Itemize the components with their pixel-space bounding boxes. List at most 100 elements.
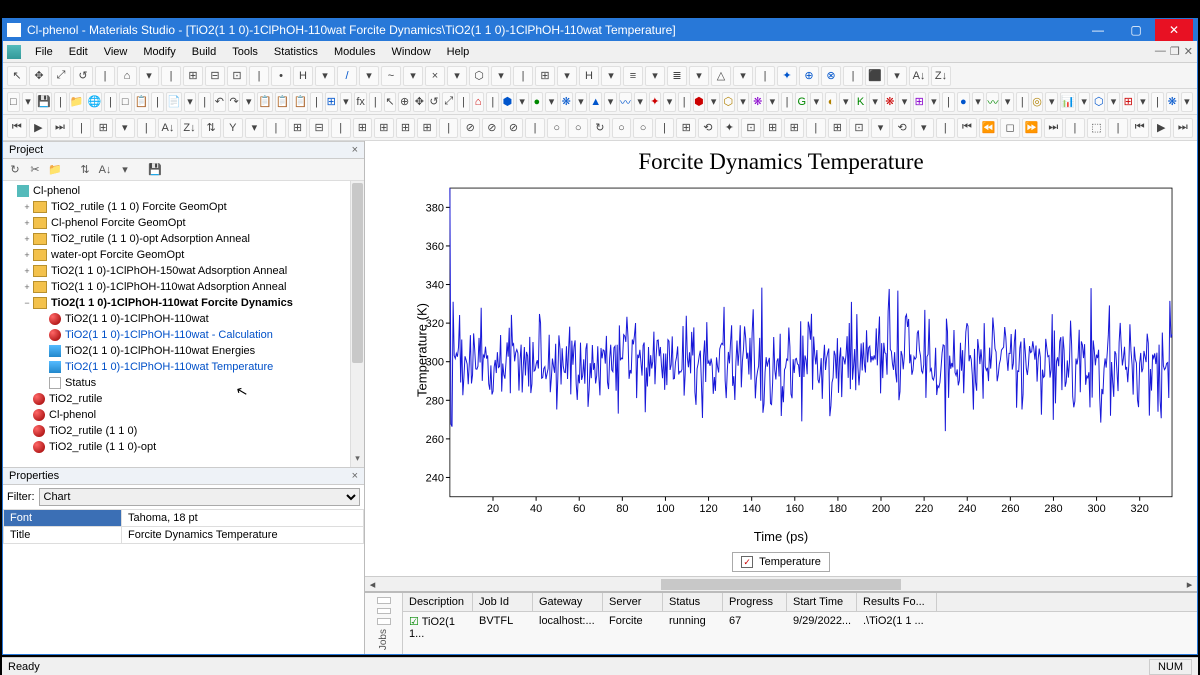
toolbar-button[interactable]: | (1151, 92, 1164, 112)
toolbar-button[interactable]: | (486, 92, 499, 112)
toolbar-button[interactable]: ▾ (898, 92, 911, 112)
toolbar-button[interactable]: ↻ (590, 118, 610, 138)
toolbar-button[interactable]: ⌂ (472, 92, 485, 112)
toolbar-button[interactable]: ▾ (242, 92, 255, 112)
menu-window[interactable]: Window (384, 43, 439, 61)
toolbar-button[interactable]: ⊡ (741, 118, 761, 138)
toolbar-button[interactable]: ⊞ (374, 118, 394, 138)
delete-icon[interactable]: ✂ (27, 162, 43, 178)
toolbar-button[interactable]: ✦ (649, 92, 662, 112)
menu-statistics[interactable]: Statistics (266, 43, 326, 61)
toolbar-button[interactable]: ⏭ (1173, 118, 1193, 138)
toolbar-button[interactable]: ▾ (545, 92, 558, 112)
close-panel-icon[interactable]: × (352, 144, 358, 156)
toolbar-button[interactable]: 📊 (1060, 92, 1076, 112)
toolbar-button[interactable]: | (72, 118, 92, 138)
jobs-column-header[interactable]: Progress (723, 593, 787, 611)
toolbar-button[interactable]: ⊟ (309, 118, 329, 138)
toolbar-button[interactable]: ◐ (825, 92, 838, 112)
tree-item[interactable]: +TiO2_rutile (1 1 0)-opt Adsorption Anne… (5, 231, 362, 247)
toolbar-button[interactable]: 📋 (275, 92, 291, 112)
property-row[interactable]: TitleForcite Dynamics Temperature (4, 527, 364, 544)
toolbar-button[interactable]: ↖ (7, 66, 27, 86)
toolbar-button[interactable]: ▾ (914, 118, 934, 138)
toolbar-button[interactable]: ▲ (589, 92, 602, 112)
jobs-column-header[interactable]: Start Time (787, 593, 857, 611)
toolbar-button[interactable]: ▾ (737, 92, 750, 112)
toolbar-button[interactable]: ⊕ (398, 92, 411, 112)
toolbar-button[interactable]: ▾ (245, 118, 265, 138)
toolbar-button[interactable]: ⬢ (693, 92, 706, 112)
tree-item[interactable]: TiO2(1 1 0)-1ClPhOH-110wat - Calculation (5, 327, 362, 343)
toolbar-button[interactable]: ▾ (810, 92, 823, 112)
dropdown-icon[interactable]: ▾ (117, 162, 133, 178)
toolbar-button[interactable]: ⤢ (51, 66, 71, 86)
toolbar-button[interactable]: ~ (381, 66, 401, 86)
toolbar-button[interactable]: ⊞ (183, 66, 203, 86)
toolbar-button[interactable]: ▾ (1107, 92, 1120, 112)
toolbar-button[interactable]: ❋ (1166, 92, 1179, 112)
toolbar-button[interactable]: ⏩ (1022, 118, 1042, 138)
properties-grid[interactable]: FontTahoma, 18 ptTitleForcite Dynamics T… (3, 509, 364, 544)
tree-item[interactable]: +TiO2(1 1 0)-1ClPhOH-110wat Adsorption A… (5, 279, 362, 295)
toolbar-button[interactable]: ⊞ (396, 118, 416, 138)
toolbar-button[interactable]: | (54, 92, 67, 112)
toolbar-button[interactable]: | (1016, 92, 1029, 112)
toolbar-button[interactable]: 💾 (36, 92, 52, 112)
toolbar-button[interactable]: ▾ (887, 66, 907, 86)
jobs-pin-icon[interactable] (377, 597, 391, 604)
toolbar-button[interactable]: ⬡ (469, 66, 489, 86)
toolbar-button[interactable]: | (95, 66, 115, 86)
menu-file[interactable]: File (27, 43, 61, 61)
toolbar-button[interactable]: ⬡ (722, 92, 735, 112)
toolbar-button[interactable]: G (795, 92, 808, 112)
toolbar-button[interactable]: | (198, 92, 211, 112)
toolbar-button[interactable]: ▾ (634, 92, 647, 112)
toolbar-button[interactable]: ✦ (720, 118, 740, 138)
toolbar-button[interactable]: ✥ (29, 66, 49, 86)
toolbar-button[interactable]: ⏮ (1130, 118, 1150, 138)
toolbar-button[interactable]: ⊞ (763, 118, 783, 138)
project-tree[interactable]: Cl-phenol+TiO2_rutile (1 1 0) Forcite Ge… (3, 181, 364, 467)
toolbar-button[interactable]: ▾ (575, 92, 588, 112)
toolbar-button[interactable]: ⌂ (117, 66, 137, 86)
mdi-close-icon[interactable]: ✕ (1184, 45, 1193, 58)
toolbar-button[interactable]: ▾ (601, 66, 621, 86)
toolbar-button[interactable]: | (104, 92, 117, 112)
toolbar-button[interactable]: | (781, 92, 794, 112)
toolbar-button[interactable]: ● (531, 92, 544, 112)
tree-item[interactable]: TiO2(1 1 0)-1ClPhOH-110wat Energies (5, 343, 362, 359)
toolbar-button[interactable]: ⊞ (288, 118, 308, 138)
minimize-button[interactable]: — (1079, 19, 1117, 41)
toolbar-button[interactable]: ⊞ (325, 92, 338, 112)
toolbar-button[interactable]: | (151, 92, 164, 112)
toolbar-button[interactable]: 〰 (619, 92, 632, 112)
jobs-column-header[interactable]: Description (403, 593, 473, 611)
toolbar-button[interactable]: / (337, 66, 357, 86)
jobs-stop-icon[interactable] (377, 618, 391, 625)
toolbar-button[interactable]: ⏮ (7, 118, 27, 138)
toolbar-button[interactable]: Z↓ (180, 118, 200, 138)
toolbar-button[interactable]: | (513, 66, 533, 86)
jobs-refresh-icon[interactable] (377, 608, 391, 615)
toolbar-button[interactable]: ▾ (869, 92, 882, 112)
toolbar-button[interactable]: ⟲ (698, 118, 718, 138)
toolbar-button[interactable]: ▶ (1151, 118, 1171, 138)
toolbar-button[interactable]: ▾ (928, 92, 941, 112)
toolbar-button[interactable]: | (942, 92, 955, 112)
toolbar-button[interactable]: ▾ (871, 118, 891, 138)
toolbar-button[interactable]: H (579, 66, 599, 86)
toolbar-button[interactable]: | (1108, 118, 1128, 138)
toolbar-button[interactable]: Y (223, 118, 243, 138)
toolbar-button[interactable]: ▾ (604, 92, 617, 112)
toolbar-button[interactable]: 📋 (134, 92, 150, 112)
toolbar-button[interactable]: | (755, 66, 775, 86)
toolbar-button[interactable]: ◻ (1000, 118, 1020, 138)
toolbar-button[interactable]: | (525, 118, 545, 138)
jobs-column-header[interactable]: Server (603, 593, 663, 611)
tree-root[interactable]: Cl-phenol (5, 183, 362, 199)
toolbar-button[interactable]: ⊡ (227, 66, 247, 86)
toolbar-button[interactable]: | (266, 118, 286, 138)
toolbar-button[interactable]: ▾ (315, 66, 335, 86)
toolbar-button[interactable]: 〰 (986, 92, 999, 112)
